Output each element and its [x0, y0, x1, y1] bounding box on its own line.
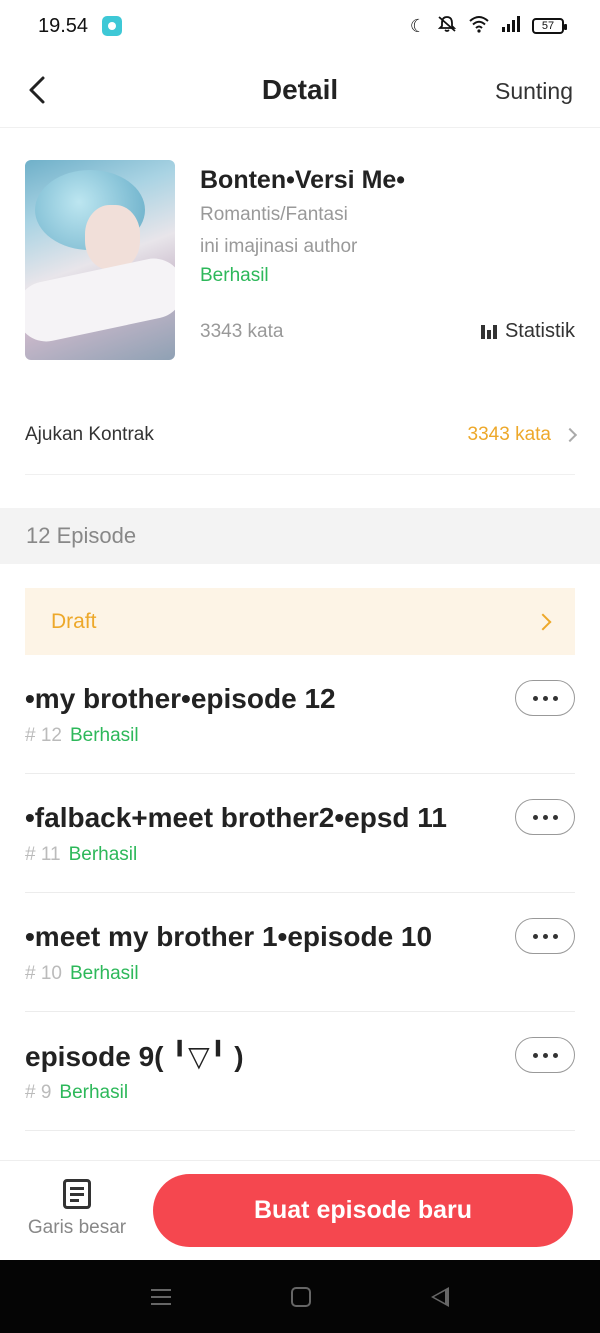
menu-icon[interactable] [151, 1288, 171, 1305]
episode-item[interactable]: episode 9( ╹▽╹ ) # 9 Berhasil [25, 1012, 575, 1131]
book-status: Berhasil [200, 265, 269, 286]
book-info: Bonten•Versi Me• Romantis/Fantasi ini im… [25, 160, 575, 360]
new-episode-button[interactable]: Buat episode baru [153, 1174, 573, 1247]
episode-number: # 12 [25, 725, 62, 746]
home-icon[interactable] [291, 1286, 311, 1307]
contract-row[interactable]: Ajukan Kontrak 3343 kata [25, 395, 578, 475]
draft-row[interactable]: Draft [25, 588, 575, 655]
more-options-button[interactable] [515, 680, 575, 716]
episode-item[interactable]: •my brother•episode 12 # 12 Berhasil [25, 655, 575, 774]
contract-label: Ajukan Kontrak [25, 423, 154, 445]
book-genre: Romantis/Fantasi [200, 204, 348, 225]
episode-item[interactable]: •meet my brother 1•episode 10 # 10 Berha… [25, 893, 575, 1012]
statistics-button[interactable]: Statistik [480, 320, 575, 343]
battery-icon: 57 [532, 18, 567, 34]
signal-icon [500, 15, 522, 38]
back-triangle-icon[interactable] [431, 1286, 449, 1307]
document-icon [63, 1179, 91, 1209]
episode-item[interactable]: •falback+meet brother2•epsd 11 # 11 Berh… [25, 774, 575, 893]
episode-number: # 9 [25, 1082, 52, 1103]
vibrate-off-icon [436, 15, 458, 38]
episode-meta: # 9 Berhasil [25, 1082, 128, 1104]
outline-label: Garis besar [27, 1217, 127, 1238]
episodes-count-header: 12 Episode [0, 508, 600, 564]
episode-number: # 11 [25, 844, 61, 865]
episode-meta: # 10 Berhasil [25, 963, 139, 985]
system-nav-bar [0, 1260, 600, 1333]
draft-label: Draft [51, 609, 97, 633]
chevron-right-icon [534, 613, 552, 630]
status-time: 19.54 [38, 14, 89, 37]
book-description: ini imajinasi author [200, 236, 358, 257]
contract-value: 3343 kata [467, 423, 551, 445]
more-options-button[interactable] [515, 799, 575, 835]
episode-title: •falback+meet brother2•epsd 11 [25, 802, 447, 833]
episode-title: •my brother•episode 12 [25, 683, 336, 714]
more-options-button[interactable] [515, 1037, 575, 1073]
episode-title: episode 9( ╹▽╹ ) [25, 1041, 244, 1072]
episode-status: Berhasil [69, 963, 139, 984]
moon-icon: ☾ [409, 15, 426, 36]
episode-meta: # 11 Berhasil [25, 844, 137, 866]
book-title: Bonten•Versi Me• [200, 166, 406, 194]
episode-number: # 10 [25, 963, 62, 984]
episode-status: Berhasil [69, 725, 139, 746]
wifi-icon [468, 15, 490, 38]
book-word-count: 3343 kata [200, 321, 284, 342]
book-cover-image[interactable] [25, 160, 175, 360]
app-header: Detail Sunting [0, 52, 600, 128]
status-bar: 19.54 ☾ 57 [0, 0, 600, 52]
edit-button[interactable]: Sunting [495, 78, 573, 105]
episode-status: Berhasil [68, 844, 138, 865]
episode-title: •meet my brother 1•episode 10 [25, 921, 433, 952]
episode-meta: # 12 Berhasil [25, 725, 139, 747]
chevron-right-icon [562, 427, 578, 442]
bar-chart-icon [480, 324, 497, 339]
bottom-action-bar: Garis besar Buat episode baru [0, 1160, 600, 1260]
statistics-label: Statistik [504, 320, 575, 342]
notification-app-icon [102, 16, 123, 36]
more-options-button[interactable] [515, 918, 575, 954]
outline-button[interactable]: Garis besar [24, 1179, 130, 1249]
status-icons: ☾ 57 [409, 15, 567, 38]
episode-status: Berhasil [59, 1082, 129, 1103]
